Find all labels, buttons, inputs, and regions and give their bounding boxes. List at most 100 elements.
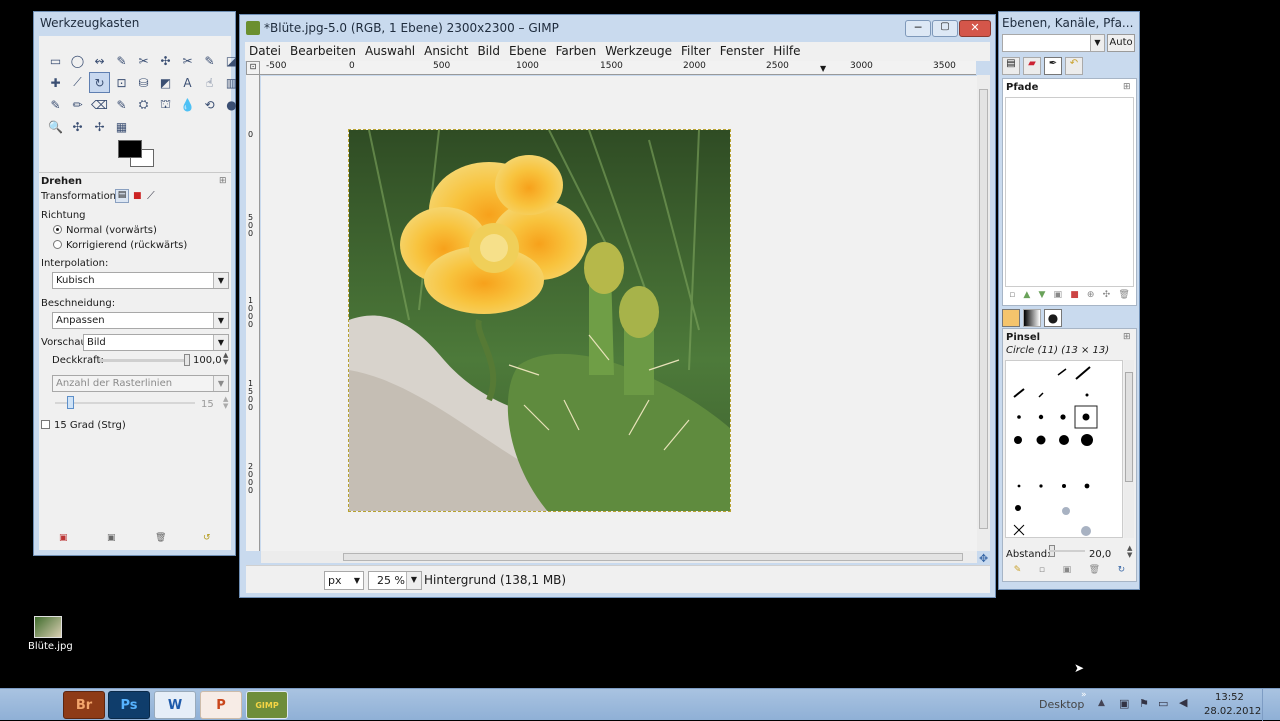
duplicate-path-icon[interactable]: ▣: [1054, 290, 1063, 304]
delete-brush-icon[interactable]: 🗑: [1089, 565, 1100, 579]
menu-bearbeiten[interactable]: Bearbeiten: [286, 42, 361, 61]
blur-tool[interactable]: 💧: [177, 94, 198, 115]
grid-slider-handle[interactable]: [67, 396, 74, 409]
volume-icon[interactable]: ◀: [1179, 696, 1187, 709]
network-icon[interactable]: ▭: [1158, 697, 1168, 710]
minimize-button[interactable]: ─: [905, 20, 931, 37]
auto-button[interactable]: Auto: [1107, 34, 1135, 52]
spacing-slider-track[interactable]: [1049, 550, 1085, 552]
unit-select[interactable]: px ▼: [324, 571, 364, 590]
stroke-path-icon[interactable]: ✣: [1103, 290, 1111, 304]
opacity-value[interactable]: 100,0: [193, 355, 222, 366]
horizontal-scrollbar[interactable]: [261, 551, 977, 563]
image-canvas[interactable]: [348, 129, 731, 512]
preview-select[interactable]: Bild ▼: [83, 334, 229, 351]
paintbrush-tool[interactable]: ✏: [67, 94, 88, 115]
menu-farben[interactable]: Farben: [552, 42, 602, 61]
show-desktop-button[interactable]: [1262, 689, 1278, 721]
color-picker-tool[interactable]: ✎: [199, 50, 220, 71]
ellipse-select-tool[interactable]: ◯: [67, 50, 88, 71]
refresh-brush-icon[interactable]: ↻: [1118, 565, 1126, 579]
lower-path-icon[interactable]: ▼: [1038, 290, 1045, 304]
restore-preset-icon[interactable]: ▣: [107, 533, 116, 543]
show-hidden-icons[interactable]: ▲: [1098, 698, 1105, 708]
image-select-combo[interactable]: ▼: [1002, 34, 1105, 52]
desktop-file-icon[interactable]: Blüte.jpg: [28, 614, 73, 658]
pencil-tool[interactable]: ✎: [45, 94, 66, 115]
menu-ebene[interactable]: Ebene: [505, 42, 552, 61]
grid-slider-track[interactable]: [55, 402, 195, 404]
measure-tool[interactable]: ✣: [67, 116, 88, 137]
transform-path-icon[interactable]: ⟋: [147, 189, 155, 203]
transform-layer-icon[interactable]: ▤: [115, 189, 129, 203]
spacing-spin-icon[interactable]: ▲ ▼: [1127, 545, 1132, 559]
selection-to-path-icon[interactable]: ⊕: [1087, 290, 1095, 304]
eraser-tool[interactable]: ⌫: [89, 94, 110, 115]
desktop-toolbar-label[interactable]: Desktop: [1039, 698, 1084, 711]
heal-tool[interactable]: ✢: [89, 116, 110, 137]
flag-icon[interactable]: ⚑: [1139, 697, 1149, 710]
navigate-icon[interactable]: ✥: [979, 552, 988, 565]
brushes-tab-icon[interactable]: [1002, 309, 1020, 327]
delete-path-icon[interactable]: 🗑: [1118, 290, 1129, 304]
interpolation-select[interactable]: Kubisch ▼: [52, 272, 229, 289]
cage-tool[interactable]: ▦: [111, 116, 132, 137]
rect-select-tool[interactable]: ▭: [45, 50, 66, 71]
shear-tool[interactable]: ⛁: [133, 72, 154, 93]
ruler-corner-button[interactable]: ⊡: [246, 61, 260, 75]
edit-brush-icon[interactable]: ✎: [1014, 565, 1022, 579]
free-select-tool[interactable]: ↭: [89, 50, 110, 71]
clone-tool[interactable]: ⛫: [155, 94, 176, 115]
brush-grid[interactable]: [1005, 360, 1123, 538]
rotate-tool[interactable]: ↻: [89, 72, 110, 93]
menu-werkzeuge[interactable]: Werkzeuge: [601, 42, 677, 61]
layers-tab-icon[interactable]: ▤: [1002, 57, 1020, 75]
perspective-tool[interactable]: ◩: [155, 72, 176, 93]
chevron-right-icon[interactable]: »: [1081, 690, 1087, 700]
scale-tool[interactable]: ⊡: [111, 72, 132, 93]
clock-time[interactable]: 13:52: [1215, 692, 1244, 703]
snap-checkbox[interactable]: 15 Grad (Strg): [41, 420, 126, 431]
configure-icon[interactable]: ⊞: [1123, 82, 1131, 92]
save-preset-icon[interactable]: ▣: [59, 533, 68, 543]
direction-normal-radio[interactable]: Normal (vorwärts): [53, 225, 157, 236]
configure-icon[interactable]: ⊞: [1123, 332, 1131, 342]
start-area[interactable]: [0, 689, 56, 721]
gradients-tab-icon[interactable]: [1023, 309, 1041, 327]
foreground-select-tool[interactable]: ✣: [155, 50, 176, 71]
clipping-select[interactable]: Anpassen ▼: [52, 312, 229, 329]
delete-preset-icon[interactable]: 🗑: [155, 533, 166, 543]
vertical-scroll-thumb[interactable]: [979, 89, 988, 529]
configure-icon[interactable]: ⊞: [219, 176, 227, 186]
scissors-tool[interactable]: ✂: [133, 50, 154, 71]
transform-selection-icon[interactable]: ■: [133, 191, 142, 201]
bucket-fill-tool[interactable]: ☝: [199, 72, 220, 93]
align-tool[interactable]: ⟋: [67, 72, 88, 93]
fuzzy-select-tool[interactable]: ✎: [111, 50, 132, 71]
taskbar-photoshop[interactable]: Ps: [108, 691, 150, 719]
raise-path-icon[interactable]: ▲: [1023, 290, 1030, 304]
clock-date[interactable]: 28.02.2012: [1204, 706, 1261, 717]
duplicate-brush-icon[interactable]: ▣: [1063, 565, 1072, 579]
opacity-spin-icon[interactable]: ▲ ▼: [223, 352, 228, 366]
menu-filter[interactable]: Filter: [677, 42, 716, 61]
move-tool[interactable]: ✚: [45, 72, 66, 93]
close-button[interactable]: ✕: [959, 20, 991, 37]
grid-value[interactable]: 15: [201, 399, 214, 410]
menu-auswahl[interactable]: Auswahl: [361, 42, 420, 61]
brush-scrollbar[interactable]: [1124, 360, 1134, 538]
smudge-tool[interactable]: ⟲: [199, 94, 220, 115]
opacity-slider-handle[interactable]: [184, 354, 190, 366]
taskbar-powerpoint[interactable]: P: [200, 691, 242, 719]
menu-ansicht[interactable]: Ansicht: [420, 42, 473, 61]
menu-hilfe[interactable]: Hilfe: [769, 42, 805, 61]
brush-scroll-thumb[interactable]: [1125, 372, 1133, 482]
direction-corrective-radio[interactable]: Korrigierend (rückwärts): [53, 240, 187, 251]
path-to-selection-icon[interactable]: ■: [1070, 290, 1079, 304]
new-brush-icon[interactable]: ▫: [1039, 565, 1045, 579]
vertical-scrollbar[interactable]: [977, 75, 990, 551]
text-tool[interactable]: A: [177, 72, 198, 93]
patterns-tab-icon[interactable]: ●: [1044, 309, 1062, 327]
maximize-button[interactable]: ▢: [932, 20, 958, 37]
menu-datei[interactable]: Datei: [245, 42, 286, 61]
